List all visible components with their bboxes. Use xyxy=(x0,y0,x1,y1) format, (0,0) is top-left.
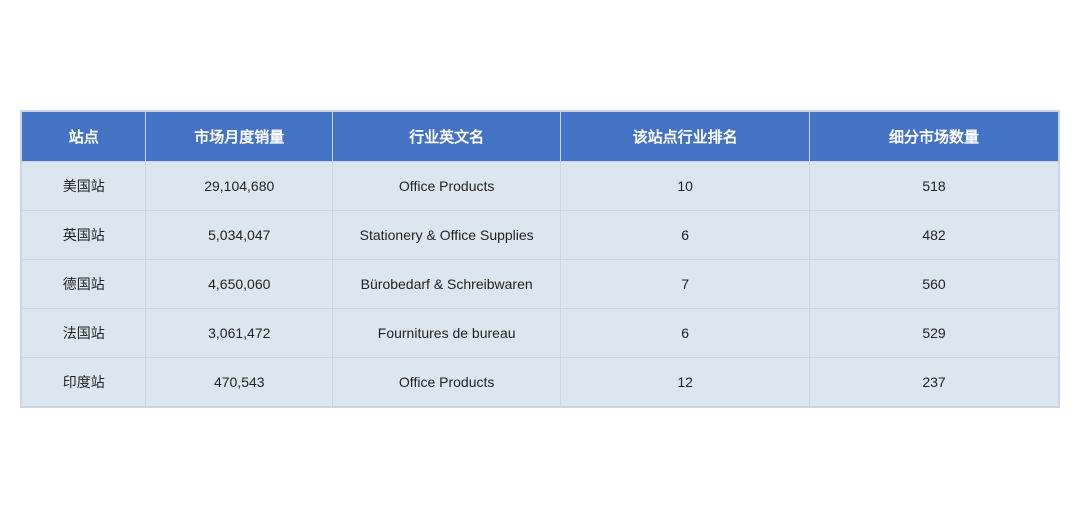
data-table: 站点 市场月度销量 行业英文名 该站点行业排名 细分市场数量 美国站29,104… xyxy=(21,111,1059,407)
header-monthly-sales: 市场月度销量 xyxy=(146,112,333,162)
cell-monthly-sales: 4,650,060 xyxy=(146,260,333,309)
cell-monthly-sales: 3,061,472 xyxy=(146,309,333,358)
cell-site-rank: 10 xyxy=(561,162,810,211)
cell-site-rank: 6 xyxy=(561,309,810,358)
cell-sub-market: 237 xyxy=(810,358,1059,407)
cell-site-rank: 12 xyxy=(561,358,810,407)
cell-sub-market: 529 xyxy=(810,309,1059,358)
cell-industry-name: Fournitures de bureau xyxy=(333,309,561,358)
header-site-rank: 该站点行业排名 xyxy=(561,112,810,162)
cell-site: 德国站 xyxy=(22,260,146,309)
table-row: 法国站3,061,472Fournitures de bureau6529 xyxy=(22,309,1059,358)
cell-monthly-sales: 29,104,680 xyxy=(146,162,333,211)
cell-monthly-sales: 5,034,047 xyxy=(146,211,333,260)
header-sub-market: 细分市场数量 xyxy=(810,112,1059,162)
table-row: 印度站470,543Office Products12237 xyxy=(22,358,1059,407)
cell-industry-name: Office Products xyxy=(333,358,561,407)
main-table-wrapper: 站点 市场月度销量 行业英文名 该站点行业排名 细分市场数量 美国站29,104… xyxy=(20,110,1060,408)
cell-industry-name: Office Products xyxy=(333,162,561,211)
cell-sub-market: 482 xyxy=(810,211,1059,260)
cell-site: 美国站 xyxy=(22,162,146,211)
cell-site-rank: 6 xyxy=(561,211,810,260)
cell-industry-name: Bürobedarf & Schreibwaren xyxy=(333,260,561,309)
header-site: 站点 xyxy=(22,112,146,162)
cell-monthly-sales: 470,543 xyxy=(146,358,333,407)
cell-site: 英国站 xyxy=(22,211,146,260)
cell-sub-market: 518 xyxy=(810,162,1059,211)
cell-sub-market: 560 xyxy=(810,260,1059,309)
cell-site-rank: 7 xyxy=(561,260,810,309)
table-row: 美国站29,104,680Office Products10518 xyxy=(22,162,1059,211)
cell-site: 印度站 xyxy=(22,358,146,407)
header-industry-name: 行业英文名 xyxy=(333,112,561,162)
table-row: 德国站4,650,060Bürobedarf & Schreibwaren756… xyxy=(22,260,1059,309)
table-header-row: 站点 市场月度销量 行业英文名 该站点行业排名 细分市场数量 xyxy=(22,112,1059,162)
cell-industry-name: Stationery & Office Supplies xyxy=(333,211,561,260)
cell-site: 法国站 xyxy=(22,309,146,358)
table-row: 英国站5,034,047Stationery & Office Supplies… xyxy=(22,211,1059,260)
